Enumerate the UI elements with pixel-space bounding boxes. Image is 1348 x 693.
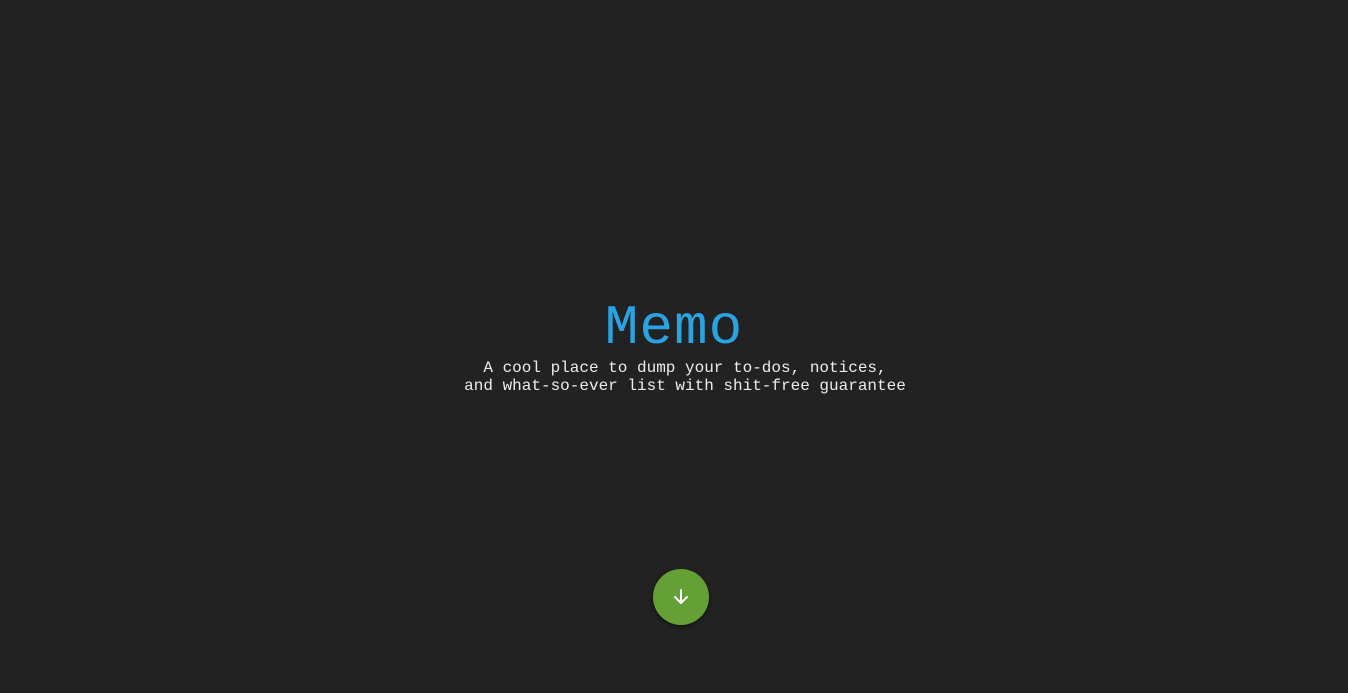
hero-section: Memo A cool place to dump your to-dos, n… bbox=[0, 298, 1348, 395]
tagline: A cool place to dump your to-dos, notice… bbox=[0, 359, 1348, 395]
arrow-down-icon bbox=[671, 587, 691, 607]
landing-page: Memo A cool place to dump your to-dos, n… bbox=[0, 0, 1348, 693]
scroll-down-button[interactable] bbox=[653, 569, 709, 625]
tagline-line-1: A cool place to dump your to-dos, notice… bbox=[483, 359, 887, 377]
tagline-line-2: and what-so-ever list with shit-free gua… bbox=[464, 377, 906, 395]
page-title: Memo bbox=[604, 296, 744, 360]
